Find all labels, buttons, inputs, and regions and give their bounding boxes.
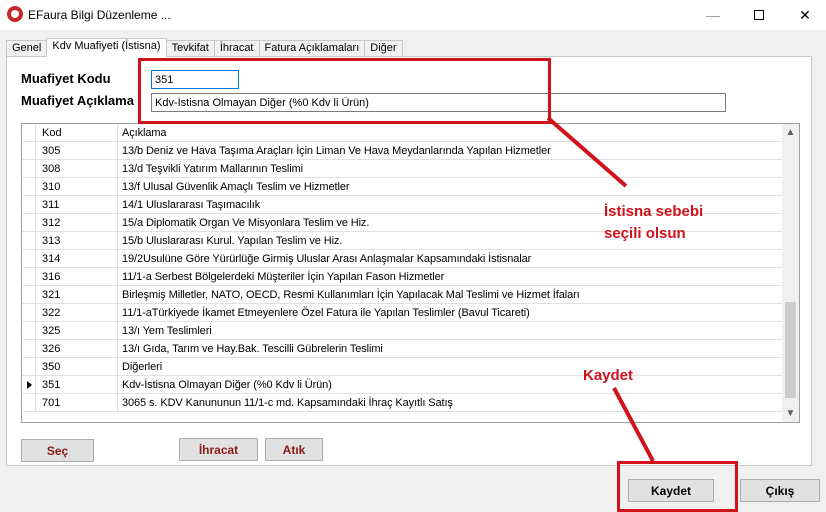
tab-tevkifat[interactable]: Tevkifat	[165, 40, 215, 57]
atik-button[interactable]: Atık	[265, 438, 323, 461]
maximize-button[interactable]	[736, 0, 782, 30]
table-row[interactable]: 321 Birleşmiş Milletler, NATO, OECD, Resm…	[22, 286, 782, 304]
table-row[interactable]: 310 13/f Ulusal Güvenlik Amaçlı Teslim ve…	[22, 178, 782, 196]
table-row[interactable]: 308 13/d Teşvikli Yatırım Mallarının Tesl…	[22, 160, 782, 178]
table-row[interactable]: 701 3065 s. KDV Kanununun 11/1-c md. Kaps…	[22, 394, 782, 412]
cell-aciklama[interactable]: 11/1-a Serbest Bölgelerdeki Müşteriler İ…	[118, 268, 782, 285]
grid-vertical-scrollbar[interactable]: ▲ ▼	[782, 124, 799, 422]
table-row[interactable]: 316 11/1-a Serbest Bölgelerdeki Müşterile…	[22, 268, 782, 286]
minimize-button[interactable]: —	[690, 0, 736, 30]
app-logo-icon	[7, 6, 23, 22]
table-row[interactable]: 325 13/ı Yem Teslimleri	[22, 322, 782, 340]
cell-kod[interactable]: 311	[36, 196, 118, 213]
close-button[interactable]: ✕	[782, 0, 826, 30]
sec-button[interactable]: Seç	[21, 439, 94, 462]
cell-kod[interactable]: 350	[36, 358, 118, 375]
scroll-up-icon[interactable]: ▲	[782, 124, 799, 141]
cell-aciklama[interactable]: 19/2Usulüne Göre Yürürlüğe Girmiş Ulusla…	[118, 250, 782, 267]
tab-ihracat[interactable]: İhracat	[213, 40, 260, 57]
cell-kod[interactable]: 316	[36, 268, 118, 285]
cell-kod[interactable]: 314	[36, 250, 118, 267]
cikis-button[interactable]: Çıkış	[740, 479, 820, 502]
annotation-highlight-kaydet	[617, 461, 738, 512]
cell-aciklama[interactable]: Diğerleri	[118, 358, 782, 375]
cell-kod[interactable]: 326	[36, 340, 118, 357]
annotation-note: İstisna sebebi seçili olsun	[604, 201, 703, 245]
window-title: EFaura Bilgi Düzenleme ...	[28, 8, 171, 22]
table-row[interactable]: 322 11/1-aTürkiyede İkamet Etmeyenlere Öz…	[22, 304, 782, 322]
column-header-kod[interactable]: Kod	[36, 124, 118, 141]
muafiyet-grid[interactable]: Kod Açıklama 305 13/b Deniz ve Hava Taşım…	[21, 123, 800, 423]
cell-aciklama[interactable]: 13/ı Yem Teslimleri	[118, 322, 782, 339]
column-header-aciklama[interactable]: Açıklama	[118, 124, 782, 141]
cell-aciklama[interactable]: 13/b Deniz ve Hava Taşıma Araçları İçin …	[118, 142, 782, 159]
table-row[interactable]: 314 19/2Usulüne Göre Yürürlüğe Girmiş Ulu…	[22, 250, 782, 268]
cell-aciklama[interactable]: 13/d Teşvikli Yatırım Mallarının Teslimi	[118, 160, 782, 177]
cell-aciklama[interactable]: 3065 s. KDV Kanununun 11/1-c md. Kapsamı…	[118, 394, 782, 411]
grid-header: Kod Açıklama	[22, 124, 782, 142]
cell-aciklama[interactable]: 13/f Ulusal Güvenlik Amaçlı Teslim ve Hi…	[118, 178, 782, 195]
table-row[interactable]: 326 13/ı Gıda, Tarım ve Hay.Bak. Tescilli…	[22, 340, 782, 358]
annotation-highlight-form	[138, 58, 551, 124]
muafiyet-aciklama-label: Muafiyet Açıklama	[21, 93, 134, 108]
annotation-note-line-2: seçili olsun	[604, 225, 686, 242]
cell-kod[interactable]: 321	[36, 286, 118, 303]
tab-genel[interactable]: Genel	[6, 40, 48, 57]
scroll-down-icon[interactable]: ▼	[782, 405, 799, 422]
cell-aciklama[interactable]: Birleşmiş Milletler, NATO, OECD, Resmi K…	[118, 286, 782, 303]
cell-aciklama[interactable]: Kdv-İstisna Olmayan Diğer (%0 Kdv li Ürü…	[118, 376, 782, 393]
cell-kod[interactable]: 701	[36, 394, 118, 411]
table-row[interactable]: 305 13/b Deniz ve Hava Taşıma Araçları İç…	[22, 142, 782, 160]
cell-kod[interactable]: 312	[36, 214, 118, 231]
table-row[interactable]: 351 Kdv-İstisna Olmayan Diğer (%0 Kdv li …	[22, 376, 782, 394]
maximize-icon	[754, 10, 764, 20]
cell-aciklama[interactable]: 13/ı Gıda, Tarım ve Hay.Bak. Tescilli Gü…	[118, 340, 782, 357]
cell-kod[interactable]: 305	[36, 142, 118, 159]
row-pointer-icon	[27, 381, 32, 389]
table-row[interactable]: 350 Diğerleri	[22, 358, 782, 376]
ihracat-button[interactable]: İhracat	[179, 438, 258, 461]
cell-kod[interactable]: 313	[36, 232, 118, 249]
tab-diger[interactable]: Diğer	[364, 40, 403, 57]
muafiyet-kodu-label: Muafiyet Kodu	[21, 71, 111, 86]
cell-kod[interactable]: 310	[36, 178, 118, 195]
cell-kod[interactable]: 308	[36, 160, 118, 177]
annotation-note-line-1: İstisna sebebi	[604, 203, 704, 220]
cell-kod[interactable]: 322	[36, 304, 118, 321]
cell-kod[interactable]: 351	[36, 376, 118, 393]
cell-kod[interactable]: 325	[36, 322, 118, 339]
scroll-thumb[interactable]	[785, 302, 796, 398]
tab-strip: Genel Kdv Muafiyeti (İstisna) Tevkifat İ…	[6, 38, 403, 57]
cell-aciklama[interactable]: 11/1-aTürkiyede İkamet Etmeyenlere Özel …	[118, 304, 782, 321]
tab-fatura-aciklamalari[interactable]: Fatura Açıklamaları	[258, 40, 366, 57]
tab-kdv-muafiyeti[interactable]: Kdv Muafiyeti (İstisna)	[46, 38, 167, 57]
annotation-kaydet-note: Kaydet	[583, 367, 634, 384]
title-bar: EFaura Bilgi Düzenleme ... — ✕	[0, 0, 826, 30]
